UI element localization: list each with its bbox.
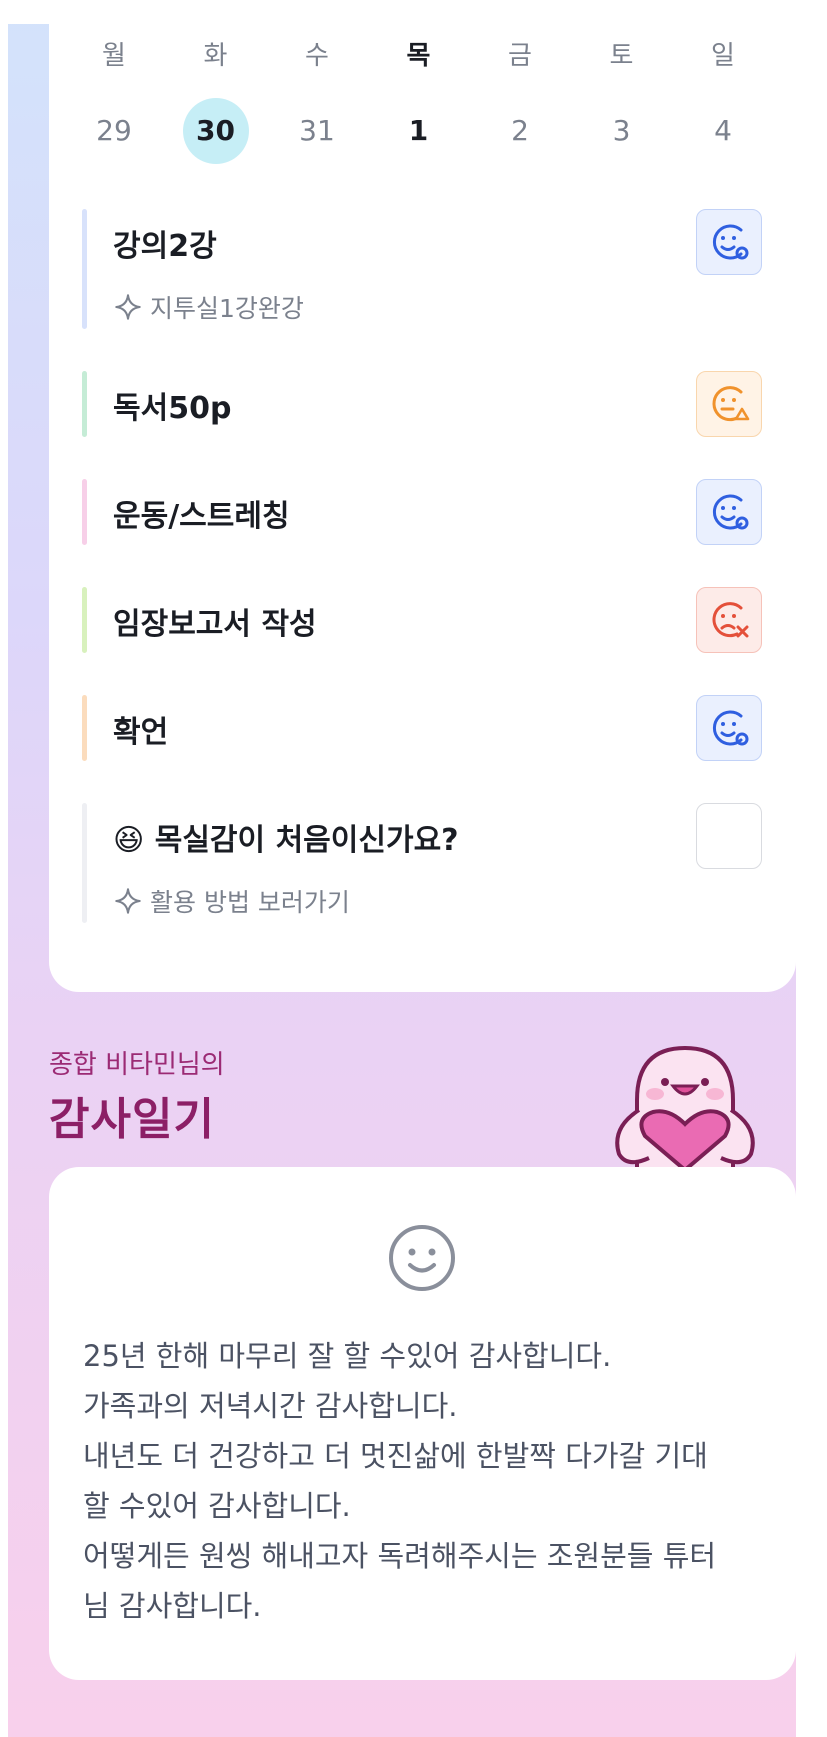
- weekday-label: 월: [102, 41, 126, 71]
- todo-item[interactable]: 독서50p: [82, 371, 762, 437]
- todo-item[interactable]: 운동/스트레칭: [82, 479, 762, 545]
- todo-title: 임장보고서 작성: [113, 607, 317, 642]
- date-cell[interactable]: 29: [81, 98, 147, 164]
- smile-done-icon: [712, 494, 749, 530]
- gratitude-title: 감사일기: [49, 1094, 215, 1145]
- todo-item[interactable]: 확언: [82, 695, 762, 761]
- gratitude-line: 할 수있어 감사합니다.: [83, 1489, 351, 1523]
- todo-color-bar: [82, 587, 87, 653]
- todo-title: 강의2강: [113, 229, 217, 264]
- status-button-empty[interactable]: [696, 803, 762, 869]
- todo-title: 😆 목실감이 처음이신가요?: [113, 823, 459, 858]
- todo-color-bar: [82, 371, 87, 437]
- todo-subtask[interactable]: 활용 방법 보러가기: [114, 883, 350, 919]
- todo-subtask[interactable]: 지투실1강완강: [114, 289, 304, 325]
- status-button[interactable]: [696, 587, 762, 653]
- date-cell[interactable]: 3: [589, 98, 655, 164]
- heart-mascot-icon: [615, 1045, 755, 1170]
- status-button[interactable]: [696, 371, 762, 437]
- todo-item[interactable]: 임장보고서 작성: [82, 587, 762, 653]
- todo-subtask-label: 지투실1강완강: [150, 294, 304, 323]
- todo-item[interactable]: 😆 목실감이 처음이신가요? 활용 방법 보러가기: [82, 803, 762, 923]
- todo-title: 확언: [113, 715, 169, 750]
- gratitude-owner-label: 종합 비타민님의: [49, 1050, 225, 1080]
- schedule-card: 월 화 수 목 금 토 일 29 30 31 1 2 3 4 강의2강 지투실1…: [49, 0, 796, 992]
- right-edge: [796, 0, 827, 1737]
- smile-done-icon: [712, 224, 749, 260]
- status-button[interactable]: [696, 209, 762, 275]
- gratitude-line: 25년 한해 마무리 잘 할 수있어 감사합니다.: [83, 1339, 612, 1373]
- weekday-label: 토: [609, 41, 634, 71]
- weekday-label: 화: [203, 41, 228, 71]
- sparkle-icon: [115, 294, 141, 320]
- week-calendar: 월 화 수 목 금 토 일 29 30 31 1 2 3 4: [49, 36, 796, 164]
- todo-color-bar: [82, 479, 87, 545]
- left-edge: [0, 0, 8, 1737]
- gratitude-card: 25년 한해 마무리 잘 할 수있어 감사합니다. 가족과의 저녁시간 감사합니…: [49, 1167, 796, 1680]
- smile-fail-icon: [712, 602, 749, 638]
- todo-subtask-label: 활용 방법 보러가기: [150, 888, 350, 917]
- gratitude-line: 어떻게든 원씽 해내고자 독려해주시는 조원분들 튜터: [83, 1539, 717, 1573]
- gratitude-line: 가족과의 저녁시간 감사합니다.: [83, 1389, 458, 1423]
- date-cell-selected[interactable]: 1: [386, 98, 452, 164]
- sparkle-icon: [115, 888, 141, 914]
- weekday-label-selected: 목: [406, 41, 431, 71]
- smile-done-icon: [712, 710, 749, 746]
- todo-color-bar: [82, 695, 87, 761]
- date-cell-today[interactable]: 30: [182, 98, 249, 164]
- todo-color-bar: [82, 209, 87, 329]
- gratitude-line: 내년도 더 건강하고 더 멋진삶에 한발짝 다가갈 기대: [83, 1439, 708, 1473]
- date-row: 29 30 31 1 2 3 4: [49, 98, 796, 164]
- todo-title: 운동/스트레칭: [113, 499, 290, 534]
- status-button[interactable]: [696, 695, 762, 761]
- date-cell[interactable]: 2: [487, 98, 553, 164]
- date-cell[interactable]: 4: [690, 98, 756, 164]
- smile-face-icon: [389, 1225, 455, 1291]
- gratitude-text: 25년 한해 마무리 잘 할 수있어 감사합니다. 가족과의 저녁시간 감사합니…: [83, 1331, 773, 1631]
- status-button[interactable]: [696, 479, 762, 545]
- weekday-label: 일: [711, 41, 735, 71]
- weekday-label: 수: [305, 41, 329, 71]
- todo-title: 독서50p: [113, 391, 232, 426]
- gratitude-line: 님 감사합니다.: [83, 1589, 262, 1623]
- gratitude-heading: 종합 비타민님의 감사일기: [49, 1044, 225, 1147]
- weekday-row: 월 화 수 목 금 토 일: [49, 36, 796, 76]
- smile-partial-icon: [712, 386, 750, 422]
- todo-color-bar: [82, 803, 87, 923]
- weekday-label: 금: [508, 41, 532, 71]
- todo-item[interactable]: 강의2강 지투실1강완강: [82, 209, 762, 329]
- date-cell[interactable]: 31: [284, 98, 350, 164]
